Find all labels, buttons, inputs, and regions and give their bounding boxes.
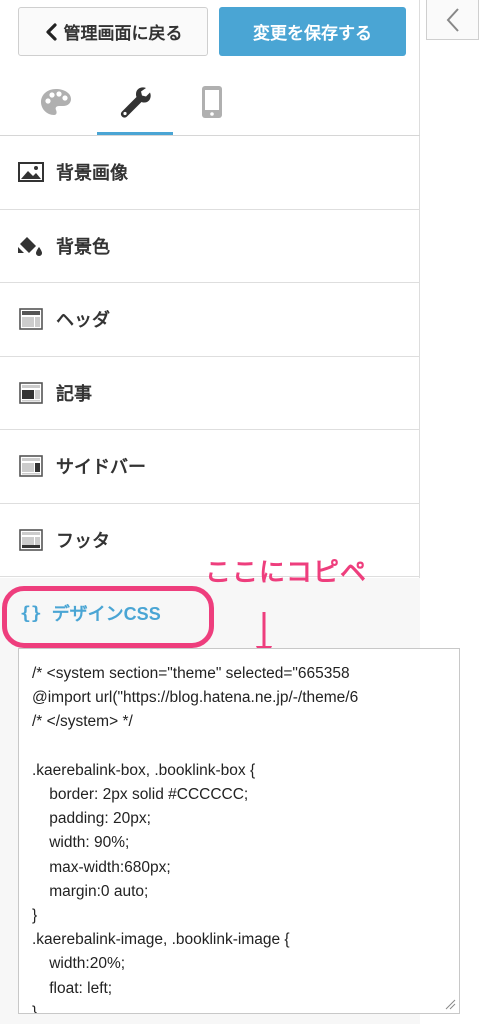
wrench-icon xyxy=(120,87,151,118)
menu-item-header[interactable]: ヘッダ xyxy=(0,283,420,357)
menu-item-label: 背景画像 xyxy=(56,163,128,184)
tab-design[interactable] xyxy=(18,68,94,136)
article-layout-icon xyxy=(18,381,44,404)
chevron-left-icon xyxy=(446,7,459,32)
resize-handle-icon[interactable] xyxy=(444,998,456,1010)
back-to-admin-button[interactable]: 管理画面に戻る xyxy=(18,7,208,56)
tab-smartphone[interactable] xyxy=(174,68,250,136)
annotation-label: ここにコピペ xyxy=(205,557,368,587)
customize-menu: 背景画像 背景色 ヘッダ 記事 サイドバー フッタ xyxy=(0,136,420,577)
design-css-section: ここにコピペ {} デザインCSS /* <system section="th… xyxy=(0,557,460,1024)
paint-bucket-icon xyxy=(18,235,44,257)
header-layout-icon xyxy=(18,308,44,331)
design-css-title: デザインCSS xyxy=(51,604,161,624)
footer-layout-icon xyxy=(18,528,44,551)
css-editor[interactable]: /* <system section="theme" selected="665… xyxy=(18,648,460,1014)
menu-item-sidebar[interactable]: サイドバー xyxy=(0,430,420,504)
menu-item-label: 記事 xyxy=(56,383,92,404)
menu-item-article[interactable]: 記事 xyxy=(0,357,420,430)
customize-panel: 管理画面に戻る 変更を保存する 背景画像 背景色 ヘッダ 記事 サイドバー フッ… xyxy=(0,0,460,1024)
menu-item-background-color[interactable]: 背景色 xyxy=(0,210,420,283)
save-changes-button[interactable]: 変更を保存する xyxy=(219,7,406,56)
sidebar-layout-icon xyxy=(18,455,44,478)
menu-item-label: フッタ xyxy=(56,530,110,551)
css-braces-icon: {} xyxy=(20,602,42,624)
smartphone-icon xyxy=(202,86,222,118)
back-button-label: 管理画面に戻る xyxy=(63,24,183,43)
css-editor-content[interactable]: /* <system section="theme" selected="665… xyxy=(19,649,459,1013)
menu-item-label: ヘッダ xyxy=(56,310,110,331)
chevron-left-icon xyxy=(45,22,57,41)
menu-item-label: サイドバー xyxy=(56,457,146,478)
image-icon xyxy=(18,161,44,183)
settings-tabs xyxy=(0,68,420,136)
palette-icon xyxy=(41,89,71,115)
save-button-label: 変更を保存する xyxy=(253,24,372,43)
collapse-panel-button[interactable] xyxy=(426,0,479,40)
menu-item-label: 背景色 xyxy=(56,236,110,257)
design-css-heading[interactable]: {} デザインCSS xyxy=(20,600,161,626)
menu-item-background-image[interactable]: 背景画像 xyxy=(0,136,420,210)
tab-customize[interactable] xyxy=(97,68,173,136)
